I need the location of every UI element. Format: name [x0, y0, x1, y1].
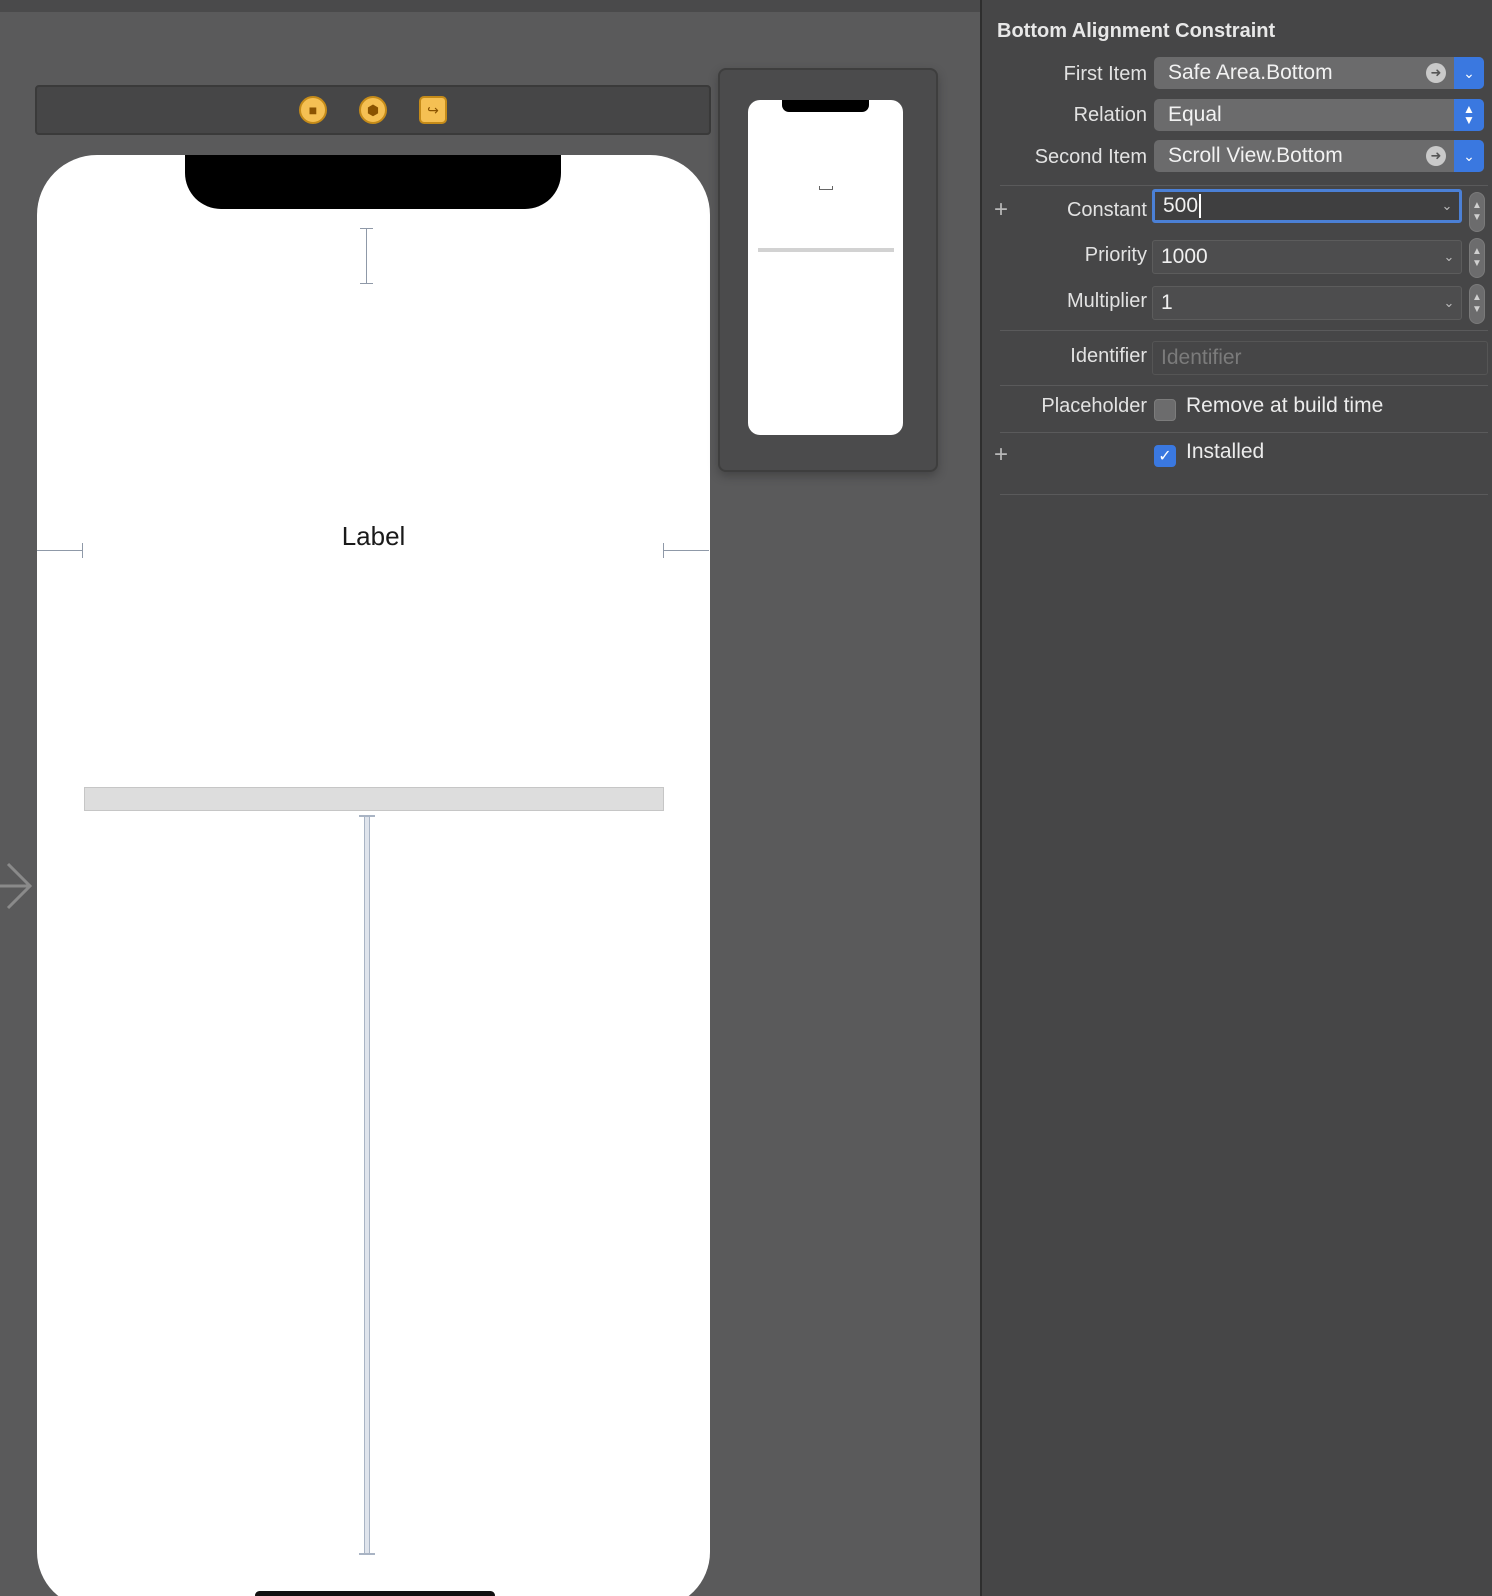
first-item-value: Safe Area.Bottom — [1168, 61, 1333, 84]
identifier-label: Identifier — [1070, 345, 1147, 367]
identifier-input[interactable]: Identifier — [1152, 341, 1488, 375]
chevron-down-icon[interactable]: ⌄ — [1435, 198, 1459, 214]
chevron-down-icon[interactable]: ⌄ — [1437, 295, 1461, 311]
chevron-down-icon[interactable]: ⌄ — [1437, 249, 1461, 265]
multiplier-field[interactable]: 1 ⌄ — [1152, 286, 1462, 320]
relation-label: Relation — [1073, 104, 1147, 126]
iphone-scene[interactable]: Label — [37, 155, 710, 1596]
constant-label: Constant — [1066, 199, 1147, 221]
divider — [1000, 330, 1488, 331]
multiplier-value: 1 — [1161, 291, 1173, 314]
storyboard-canvas[interactable]: ■ ⬢ ↪ Label — [0, 0, 980, 1596]
minimap-label — [819, 186, 833, 190]
divider — [1000, 432, 1488, 433]
second-item-label: Second Item — [1034, 146, 1147, 168]
bottom-alignment-constraint[interactable] — [359, 815, 375, 1555]
divider — [1000, 385, 1488, 386]
identifier-placeholder: Identifier — [1161, 346, 1242, 369]
first-item-popup[interactable]: Safe Area.Bottom ➜ ⌄ — [1154, 57, 1484, 89]
minimap-notch — [782, 100, 869, 112]
entry-point-arrow-icon[interactable] — [0, 858, 36, 914]
inspector-title: Bottom Alignment Constraint — [997, 20, 1276, 42]
text-caret — [1199, 194, 1202, 219]
constant-value: 500 — [1163, 193, 1199, 217]
remove-at-build-time-label: Remove at build time — [1186, 394, 1384, 417]
first-item-label: First Item — [1063, 63, 1147, 85]
exit-icon[interactable]: ↪ — [419, 96, 447, 124]
up-down-chevron-icon[interactable]: ▲ ▼ — [1454, 99, 1484, 131]
checkmark-icon: ✓ — [1158, 448, 1172, 465]
multiplier-label: Multiplier — [1066, 290, 1147, 312]
multiplier-stepper[interactable]: ▲ ▼ — [1469, 284, 1485, 324]
top-constraint[interactable] — [360, 228, 373, 284]
relation-popup[interactable]: Equal ▲ ▼ — [1154, 99, 1484, 131]
add-variation-plus-icon[interactable]: + — [994, 196, 1008, 224]
relation-value: Equal — [1168, 103, 1222, 126]
chevron-down-icon[interactable]: ⌄ — [1454, 140, 1484, 172]
add-variation-plus-icon[interactable]: + — [994, 441, 1008, 469]
trailing-constraint[interactable] — [663, 543, 709, 558]
scene-dock: ■ ⬢ ↪ — [35, 85, 711, 135]
priority-value: 1000 — [1161, 245, 1208, 268]
chevron-down-icon[interactable]: ⌄ — [1454, 57, 1484, 89]
scroll-view[interactable] — [84, 787, 664, 811]
minimap-screen — [748, 100, 903, 435]
home-indicator — [255, 1591, 495, 1596]
first-responder-icon[interactable]: ⬢ — [359, 96, 387, 124]
priority-label: Priority — [1084, 244, 1147, 266]
label-view[interactable]: Label — [37, 521, 710, 552]
second-item-value: Scroll View.Bottom — [1168, 144, 1343, 167]
priority-stepper[interactable]: ▲ ▼ — [1469, 238, 1485, 278]
constant-field[interactable]: 500 ⌄ — [1152, 189, 1462, 223]
arrow-right-circle-icon[interactable]: ➜ — [1426, 146, 1446, 166]
remove-at-build-time-checkbox[interactable] — [1154, 399, 1176, 421]
device-notch — [185, 155, 561, 209]
view-controller-icon[interactable]: ■ — [299, 96, 327, 124]
minimap-scroll-view — [758, 248, 894, 252]
arrow-right-circle-icon[interactable]: ➜ — [1426, 63, 1446, 83]
constant-stepper[interactable]: ▲ ▼ — [1469, 192, 1485, 232]
scene-minimap[interactable] — [718, 68, 938, 472]
second-item-popup[interactable]: Scroll View.Bottom ➜ ⌄ — [1154, 140, 1484, 172]
priority-field[interactable]: 1000 ⌄ — [1152, 240, 1462, 274]
divider — [1000, 185, 1488, 186]
leading-constraint[interactable] — [37, 543, 83, 558]
installed-label: Installed — [1186, 440, 1265, 463]
attributes-inspector: Bottom Alignment Constraint First Item S… — [980, 0, 1492, 1596]
divider — [1000, 494, 1488, 495]
installed-checkbox[interactable]: ✓ — [1154, 445, 1176, 467]
placeholder-label: Placeholder — [1041, 395, 1147, 417]
